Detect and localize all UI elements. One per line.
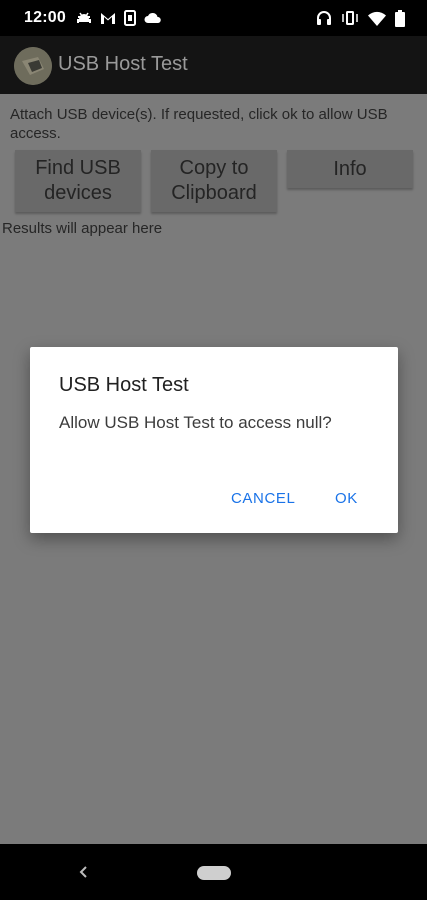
status-left-icons [76,8,162,28]
find-usb-devices-label-line1: Find USB [35,157,121,179]
back-chevron-icon[interactable] [76,862,90,882]
results-text: Results will appear here [2,220,163,237]
copy-to-clipboard-label-line2: Clipboard [171,182,257,204]
dialog-ok-button[interactable]: OK [335,490,358,507]
wifi-icon [368,11,386,26]
dialog-message: Allow USB Host Test to access null? [59,413,332,432]
copy-to-clipboard-button[interactable]: Copy to Clipboard [151,150,277,212]
cloud-icon [144,12,162,24]
home-pill-icon[interactable] [197,866,231,880]
android-debug-icon [76,10,92,26]
instructions-text: Attach USB device(s). If requested, clic… [10,106,388,142]
app-title: USB Host Test [58,53,188,75]
gmail-icon [100,11,116,25]
dialog-title: USB Host Test [59,374,189,396]
battery-icon [395,9,405,27]
app-logo-icon [14,47,52,85]
headset-icon [316,10,332,26]
find-usb-devices-button[interactable]: Find USB devices [15,150,141,212]
screen: 12:00 USB Host Test Attach USB device(s)… [0,0,427,900]
copy-to-clipboard-label-line1: Copy to [179,157,249,179]
dialog-cancel-button[interactable]: CANCEL [231,490,295,507]
info-button[interactable]: Info [287,150,413,188]
sim-card-icon [124,10,136,26]
find-usb-devices-label-line2: devices [44,182,112,204]
status-right-icons [316,8,405,28]
status-time: 12:00 [24,9,66,26]
vibrate-icon [341,10,359,26]
info-button-label: Info [333,157,367,180]
status-bar: 12:00 [0,0,427,36]
permission-dialog: USB Host Test Allow USB Host Test to acc… [30,347,398,533]
